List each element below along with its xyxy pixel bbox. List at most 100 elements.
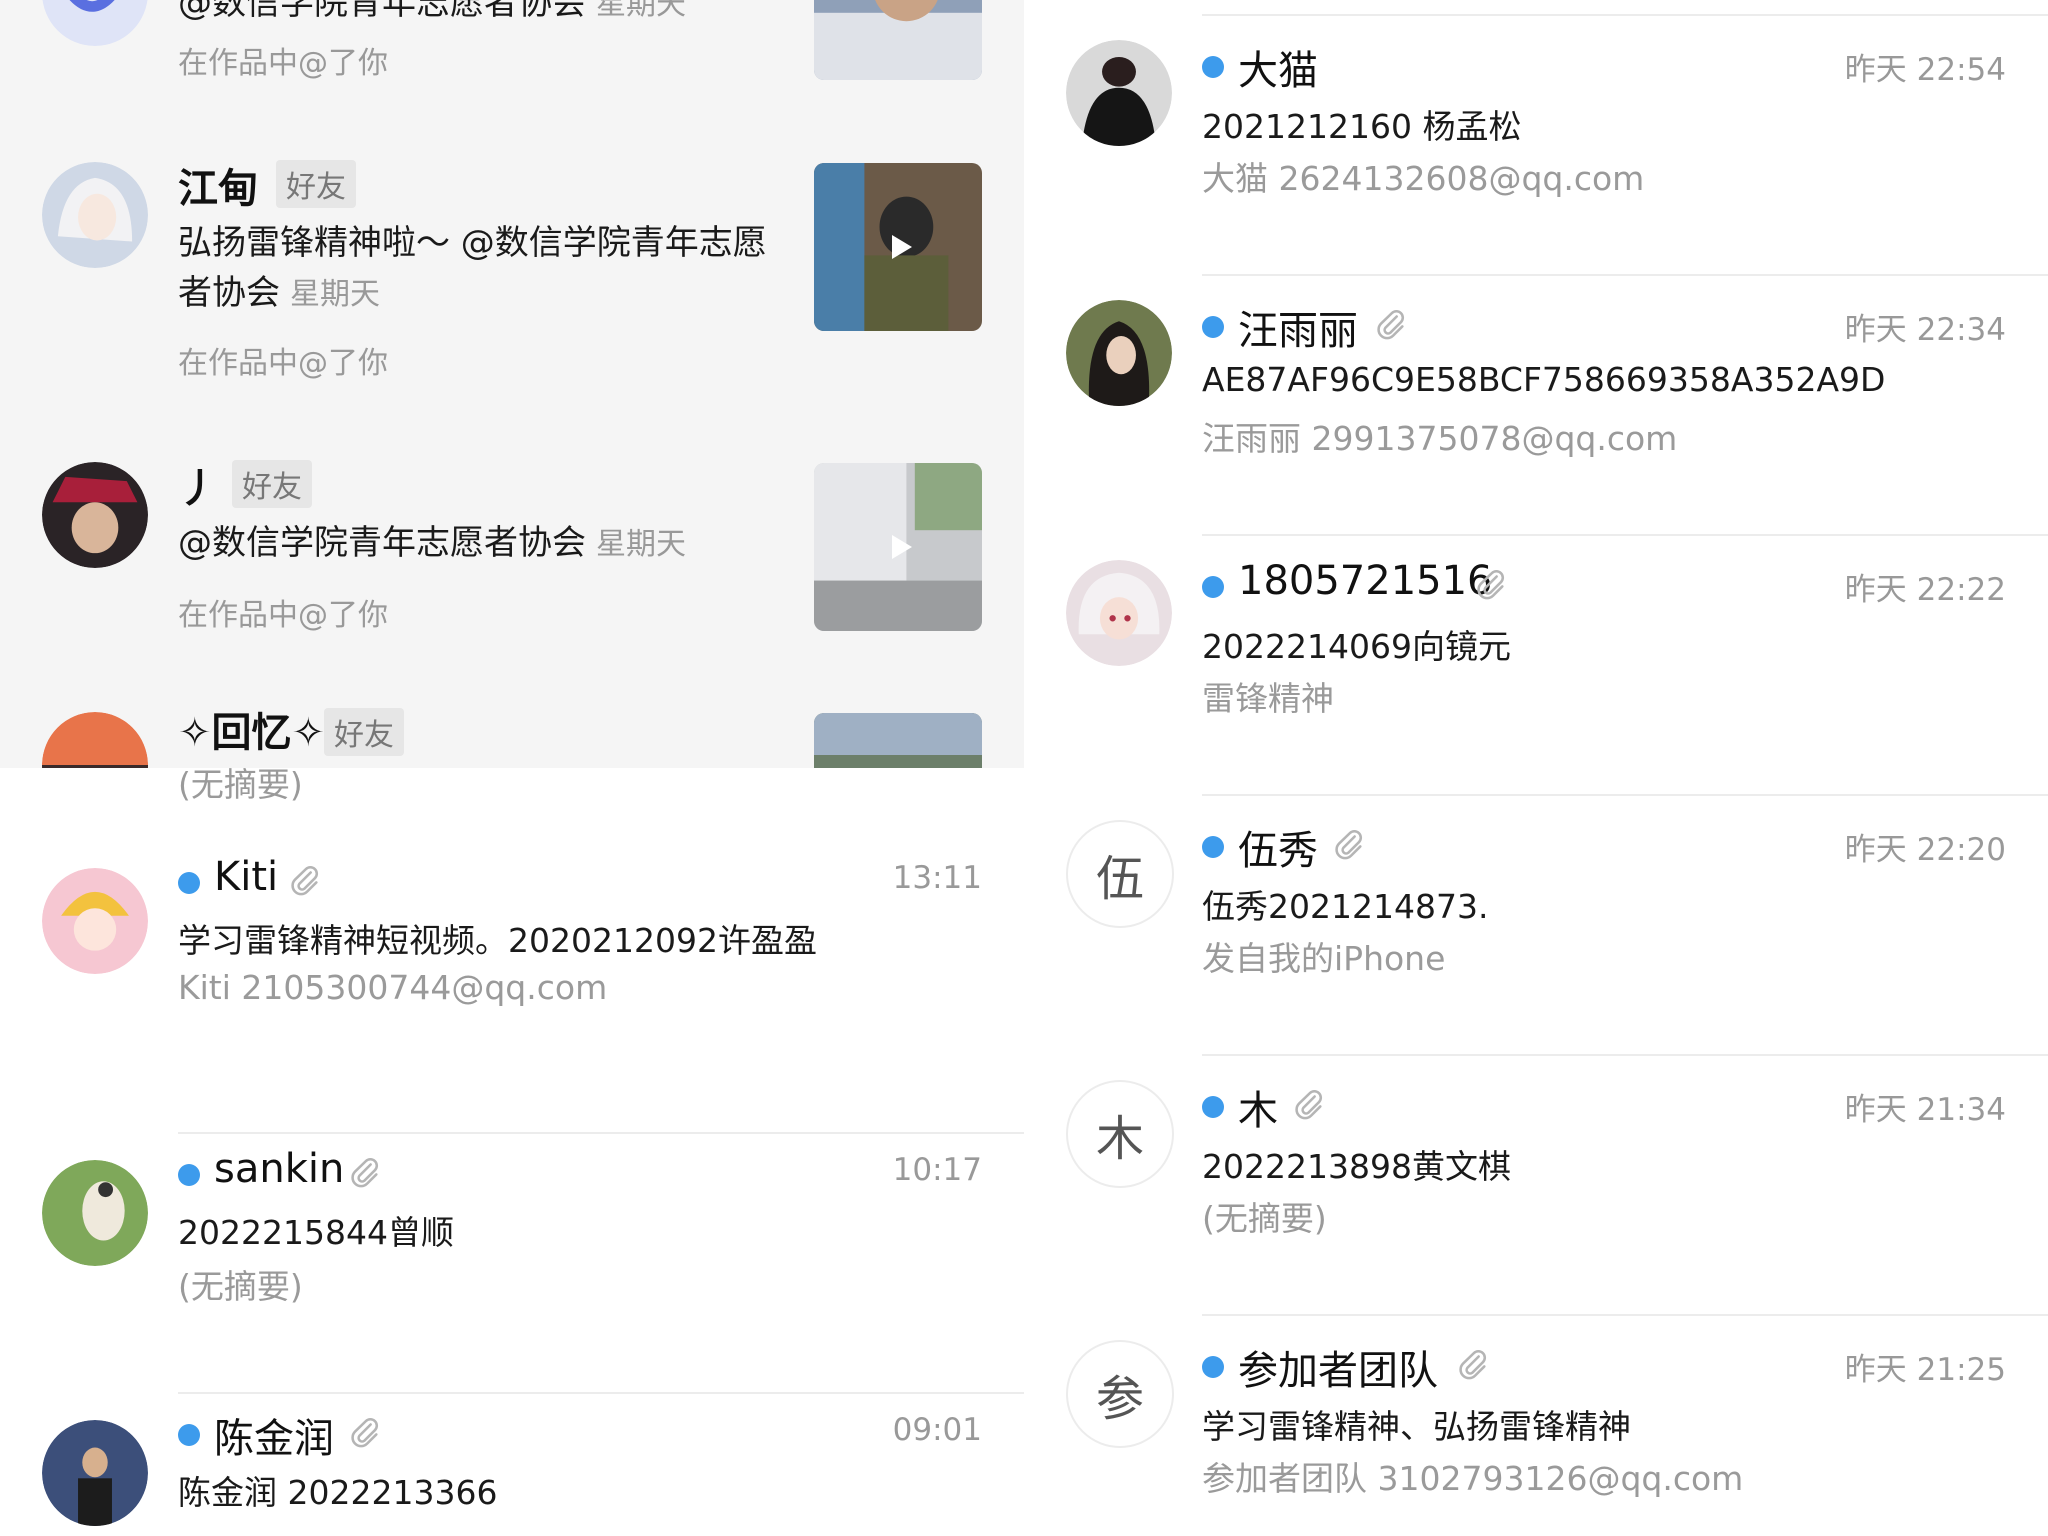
divider (1202, 274, 2048, 276)
notification-text: @数信学院青年志愿者协会 (178, 0, 586, 23)
mail-preview: 大猫 2624132608@qq.com (1202, 159, 1645, 198)
mail-time: 09:01 (892, 1412, 982, 1448)
mail-preview: 发自我的iPhone (1202, 939, 1446, 978)
mail-item[interactable]: 伍 伍秀 昨天 22:20 伍秀2021214873. 发自我的iPhone (1024, 820, 2048, 1040)
mail-time: 昨天 21:34 (1844, 1092, 2006, 1128)
friend-badge: 好友 (232, 460, 312, 508)
mail-subject: 学习雷锋精神、弘扬雷锋精神 (1202, 1407, 1631, 1446)
mail-preview: 汪雨丽 2991375078@qq.com (1202, 419, 1678, 458)
mail-sender: 1805721516 (1238, 558, 1493, 604)
mail-subject: 2022213898黄文棋 (1202, 1147, 1511, 1186)
divider (1202, 794, 2048, 796)
mail-list: (无摘要) Kiti 13:11 学习雷锋精神短视频。2020212092许盈盈… (0, 768, 1024, 1536)
mail-item[interactable]: 木 木 昨天 21:34 2022213898黄文棋 (无摘要) (1024, 1080, 2048, 1300)
mail-subject: 2021212160 杨孟松 (1202, 107, 1522, 146)
attachment-icon (288, 864, 322, 898)
notification-time: 星期天 (596, 0, 686, 22)
play-icon (892, 535, 912, 559)
attachment-icon (348, 1156, 382, 1190)
notification-subtext: 在作品中@了你 (178, 46, 388, 81)
mail-sender: sankin (214, 1146, 345, 1192)
mail-sender: 伍秀 (1238, 828, 1318, 874)
video-thumbnail[interactable] (814, 463, 982, 631)
mail-preview: 参加者团队 3102793126@qq.com (1202, 1459, 1744, 1498)
mail-sender: 参加者团队 (1238, 1348, 1438, 1394)
notification-item[interactable]: 丿 好友 @数信学院青年志愿者协会 星期天 在作品中@了你 (0, 450, 1024, 640)
attachment-icon (1374, 308, 1408, 342)
notification-item[interactable]: ✧回忆✧ 好友 (0, 700, 1024, 768)
mail-subject: 陈金润 2022213366 (178, 1473, 498, 1512)
mail-preview: (无摘要) (178, 768, 303, 804)
attachment-icon (1474, 568, 1508, 602)
attachment-icon (1456, 1348, 1490, 1382)
mail-sender: Kiti (214, 854, 279, 900)
notification-subtext: 在作品中@了你 (178, 346, 388, 381)
avatar: 参 (1066, 1340, 1174, 1448)
mail-time: 昨天 22:54 (1844, 52, 2006, 88)
avatar (42, 462, 148, 568)
mail-preview: Kiti 2105300744@qq.com (178, 968, 608, 1007)
unread-dot (1202, 836, 1224, 858)
mail-list: 大猫 昨天 22:54 2021212160 杨孟松 大猫 2624132608… (1024, 0, 2048, 1536)
divider (1202, 1314, 2048, 1316)
mail-sender: 陈金润 (214, 1416, 334, 1462)
divider (1202, 534, 2048, 536)
mail-time: 昨天 21:25 (1844, 1352, 2006, 1388)
attachment-icon (1292, 1088, 1326, 1122)
play-icon (892, 235, 912, 259)
mail-time: 昨天 22:22 (1844, 572, 2006, 608)
mail-item[interactable]: 汪雨丽 昨天 22:34 AE87AF96C9E58BCF758669358A3… (1024, 300, 2048, 520)
divider (1202, 1054, 2048, 1056)
avatar (42, 1420, 148, 1526)
avatar (1066, 560, 1172, 666)
mail-time: 13:11 (892, 860, 982, 896)
friend-badge: 好友 (324, 708, 404, 756)
avatar: 伍 (1066, 820, 1174, 928)
mail-item[interactable]: Kiti 13:11 学习雷锋精神短视频。2020212092许盈盈 Kiti … (0, 854, 1024, 1028)
mail-sender: 木 (1238, 1088, 1278, 1134)
video-thumbnail[interactable] (814, 713, 982, 768)
avatar (42, 1160, 148, 1266)
sender-name: 江甸 (178, 166, 258, 212)
notification-time: 星期天 (290, 277, 380, 312)
avatar: 木 (1066, 1080, 1174, 1188)
unread-dot (178, 1424, 200, 1446)
mail-item[interactable]: 参 参加者团队 昨天 21:25 学习雷锋精神、弘扬雷锋精神 参加者团队 310… (1024, 1340, 2048, 1536)
video-thumbnail[interactable] (814, 0, 982, 80)
avatar (42, 0, 148, 46)
notification-item[interactable]: @数信学院青年志愿者协会 星期天 在作品中@了你 (0, 0, 1024, 120)
mail-item[interactable]: 1805721516 昨天 22:22 2022214069向镜元 雷锋精神 (1024, 558, 2048, 780)
attachment-icon (348, 1416, 382, 1450)
notification-list: @数信学院青年志愿者协会 星期天 在作品中@了你 江甸 好友 弘扬雷锋精神啦～ @… (0, 0, 1024, 768)
mail-subject: AE87AF96C9E58BCF758669358A352A9D (1202, 360, 1886, 399)
notification-item[interactable]: 江甸 好友 弘扬雷锋精神啦～ @数信学院青年志愿者协会 星期天 在作品中@了你 (0, 150, 1024, 400)
mail-sender: 汪雨丽 (1238, 308, 1358, 354)
unread-dot (1202, 56, 1224, 78)
mail-time: 昨天 22:34 (1844, 312, 2006, 348)
mail-subject: 2022214069向镜元 (1202, 627, 1511, 666)
notification-text: 弘扬雷锋精神啦～ @数信学院青年志愿者协会 (178, 223, 767, 313)
avatar (42, 712, 148, 768)
attachment-icon (1332, 828, 1366, 862)
video-thumbnail[interactable] (814, 163, 982, 331)
divider (178, 1392, 1024, 1394)
mail-item[interactable]: 陈金润 09:01 陈金润 2022213366 (0, 1412, 1024, 1536)
sender-name: 丿 (178, 466, 218, 512)
mail-subject: 2022215844曾顺 (178, 1213, 454, 1252)
mail-item[interactable]: 大猫 昨天 22:54 2021212160 杨孟松 大猫 2624132608… (1024, 40, 2048, 260)
unread-dot (178, 872, 200, 894)
mail-item[interactable]: sankin 10:17 2022215844曾顺 (无摘要) (0, 1146, 1024, 1306)
divider (1202, 14, 2048, 16)
mail-preview: 雷锋精神 (1202, 679, 1334, 718)
unread-dot (1202, 576, 1224, 598)
divider (178, 1132, 1024, 1134)
notification-time: 星期天 (596, 527, 686, 562)
mail-time: 10:17 (892, 1152, 982, 1188)
mail-time: 昨天 22:20 (1844, 832, 2006, 868)
unread-dot (1202, 1096, 1224, 1118)
friend-badge: 好友 (276, 160, 356, 208)
unread-dot (1202, 316, 1224, 338)
mail-subject: 学习雷锋精神短视频。2020212092许盈盈 (178, 921, 817, 960)
mail-sender: 大猫 (1238, 48, 1318, 94)
unread-dot (1202, 1356, 1224, 1378)
